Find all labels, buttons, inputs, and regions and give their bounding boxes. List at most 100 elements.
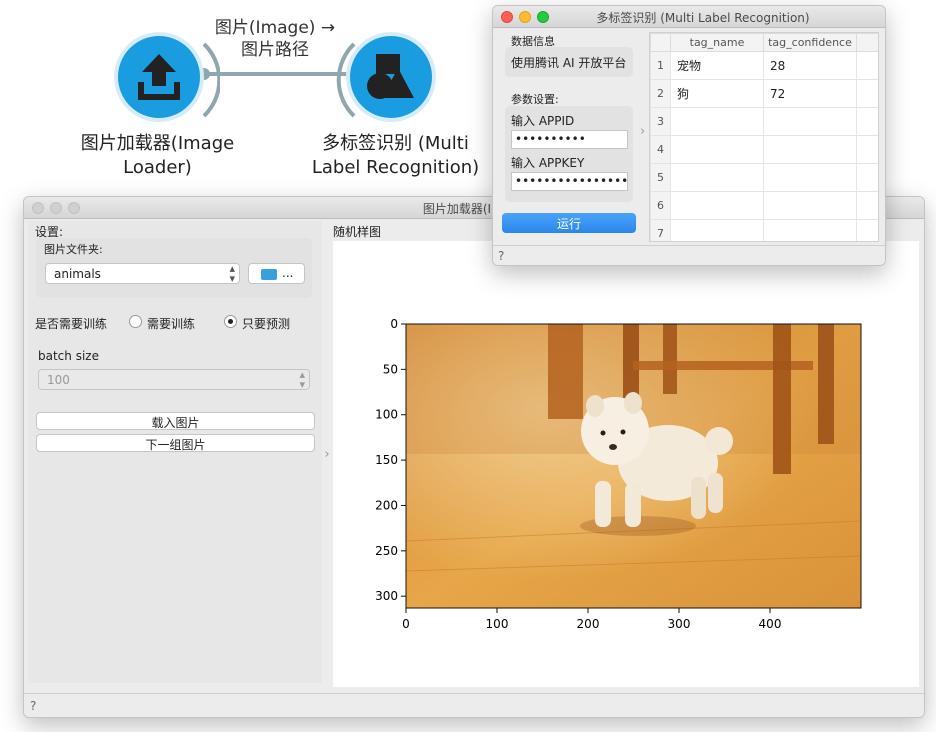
cell-tag-confidence[interactable] [763, 163, 857, 192]
params-box: 输入 APPID •••••••••• 输入 APPKEY ••••••••••… [505, 106, 633, 202]
appkey-input[interactable]: •••••••••••••••• [511, 172, 628, 191]
cell-tag-name[interactable]: 狗 [670, 79, 764, 108]
x-tick-label: 0 [402, 617, 410, 631]
sample-title: 随机样图 [333, 225, 382, 239]
column-header-tag-confidence[interactable]: tag_confidence [763, 33, 857, 52]
radio-predict[interactable] [224, 315, 237, 328]
cell-filler [856, 191, 878, 220]
cell-filler [856, 219, 878, 241]
params-label: 参数设置: [511, 93, 559, 106]
y-tick-label: 50 [383, 362, 398, 376]
cell-tag-name[interactable] [670, 219, 764, 241]
sample-image-plot: 0 100 200 300 400 0 50 100 150 200 250 300 [375, 317, 862, 631]
cell-filler [856, 79, 878, 108]
tags-table-body: 1 宠物 28 2 狗 72 3 4 5 6 7 [650, 51, 878, 241]
image-loader-window: 图片加载器(Image 设置: 图片文件夹: animals ▴ ▾ ... 是否… [23, 196, 925, 718]
row-number: 5 [650, 163, 671, 192]
table-row[interactable]: 3 [650, 107, 878, 136]
y-tick-label: 250 [375, 544, 398, 558]
batch-size-value: 100 [47, 373, 70, 387]
x-axis: 0 100 200 300 400 [402, 608, 781, 631]
column-header-tag-name[interactable]: tag_name [670, 33, 764, 52]
table-row[interactable]: 2 狗 72 [650, 79, 878, 108]
run-button-label: 运行 [556, 217, 581, 231]
recog-window-title: 多标签识别 (Multi Label Recognition) [596, 11, 810, 25]
updown-icon: ▴ ▾ [299, 368, 305, 391]
batch-size-label: batch size [38, 349, 99, 363]
radio-predict-label[interactable]: 只要预测 [242, 315, 290, 332]
y-tick-label: 200 [375, 498, 398, 512]
cell-tag-confidence[interactable] [763, 135, 857, 164]
x-tick-label: 300 [668, 617, 691, 631]
row-number: 7 [650, 219, 671, 241]
load-images-label: 载入图片 [151, 416, 200, 430]
train-label: 是否需要训练 [35, 317, 108, 331]
splitter-handle[interactable]: › [322, 447, 332, 462]
next-images-button[interactable]: 下一组图片 [36, 434, 315, 452]
loader-control-panel: 设置: 图片文件夹: animals ▴ ▾ ... 是否需要训练 需要训练 只要… [28, 221, 322, 683]
help-icon[interactable]: ? [498, 249, 504, 263]
cell-tag-confidence[interactable]: 72 [763, 79, 857, 108]
table-header-row: tag_name tag_confidence [650, 33, 878, 52]
table-row[interactable]: 5 [650, 163, 878, 192]
folder-label: 图片文件夹: [44, 243, 103, 256]
next-images-label: 下一组图片 [145, 438, 206, 452]
recog-titlebar[interactable]: 多标签识别 (Multi Label Recognition) [493, 6, 885, 28]
y-tick-label: 100 [375, 408, 398, 422]
node-loader-label-line2: Loader) [123, 157, 192, 178]
cell-filler [856, 51, 878, 80]
radio-train-label[interactable]: 需要训练 [147, 315, 195, 332]
y-axis: 0 50 100 150 200 250 300 [375, 317, 406, 603]
folder-group: 图片文件夹: animals ▴ ▾ ... [36, 238, 312, 298]
cell-tag-name[interactable] [670, 191, 764, 220]
table-row[interactable]: 6 [650, 191, 878, 220]
y-tick-label: 300 [375, 589, 398, 603]
loader-statusbar: ? [24, 693, 924, 717]
cell-tag-name[interactable] [670, 163, 764, 192]
node-loader-label: 图片加载器(Image Loader) [60, 132, 255, 180]
row-number: 6 [650, 191, 671, 220]
x-tick-label: 400 [759, 617, 782, 631]
cell-tag-confidence[interactable] [763, 107, 857, 136]
recog-statusbar: ? [493, 245, 885, 265]
appkey-value: •••••••••••••••• [515, 174, 629, 188]
y-tick-label: 0 [390, 317, 398, 331]
run-button[interactable]: 运行 [502, 213, 636, 233]
help-icon[interactable]: ? [30, 699, 36, 713]
platform-label: 使用腾讯 AI 开放平台 [511, 56, 627, 70]
appid-value: •••••••••• [515, 132, 586, 146]
browse-folder-button[interactable]: ... [248, 263, 305, 284]
x-tick-label: 200 [577, 617, 600, 631]
row-number: 1 [650, 51, 671, 80]
recog-splitter-handle[interactable]: › [640, 124, 645, 139]
table-row[interactable]: 1 宠物 28 [650, 51, 878, 80]
puppy-photo [405, 324, 862, 608]
node-image-loader[interactable] [114, 32, 204, 122]
cell-tag-confidence[interactable]: 28 [763, 51, 857, 80]
radio-train[interactable] [129, 315, 142, 328]
tags-table-container[interactable]: tag_name tag_confidence 1 宠物 28 2 狗 72 3 4 5 6 7 [649, 32, 879, 242]
table-row[interactable]: 7 [650, 219, 878, 241]
cell-tag-name[interactable]: 宠物 [670, 51, 764, 80]
cell-tag-name[interactable] [670, 135, 764, 164]
recog-control-panel: 数据信息 使用腾讯 AI 开放平台 参数设置: 输入 APPID •••••••… [497, 30, 643, 240]
load-images-button[interactable]: 载入图片 [36, 412, 315, 430]
node-multi-label-recognition[interactable] [346, 32, 436, 122]
appid-input[interactable]: •••••••••• [511, 130, 628, 149]
upload-icon [138, 54, 180, 100]
sample-plot-area: 0 100 200 300 400 0 50 100 150 200 250 300 [333, 241, 919, 687]
batch-size-spinbox[interactable]: 100 ▴ ▾ [38, 369, 310, 390]
platform-box[interactable]: 使用腾讯 AI 开放平台 [505, 47, 633, 77]
table-row[interactable]: 4 [650, 135, 878, 164]
cell-filler [856, 107, 878, 136]
y-tick-label: 150 [375, 453, 398, 467]
cell-tag-name[interactable] [670, 107, 764, 136]
cell-tag-confidence[interactable] [763, 191, 857, 220]
folder-select[interactable]: animals ▴ ▾ [45, 263, 240, 284]
cell-tag-confidence[interactable] [763, 219, 857, 241]
tags-table: tag_name tag_confidence 1 宠物 28 2 狗 72 3 4 5 6 7 [650, 33, 878, 241]
table-corner [650, 33, 671, 52]
appid-label: 输入 APPID [511, 114, 575, 128]
updown-icon: ▴ ▾ [229, 262, 235, 285]
browse-folder-label: ... [282, 266, 294, 280]
